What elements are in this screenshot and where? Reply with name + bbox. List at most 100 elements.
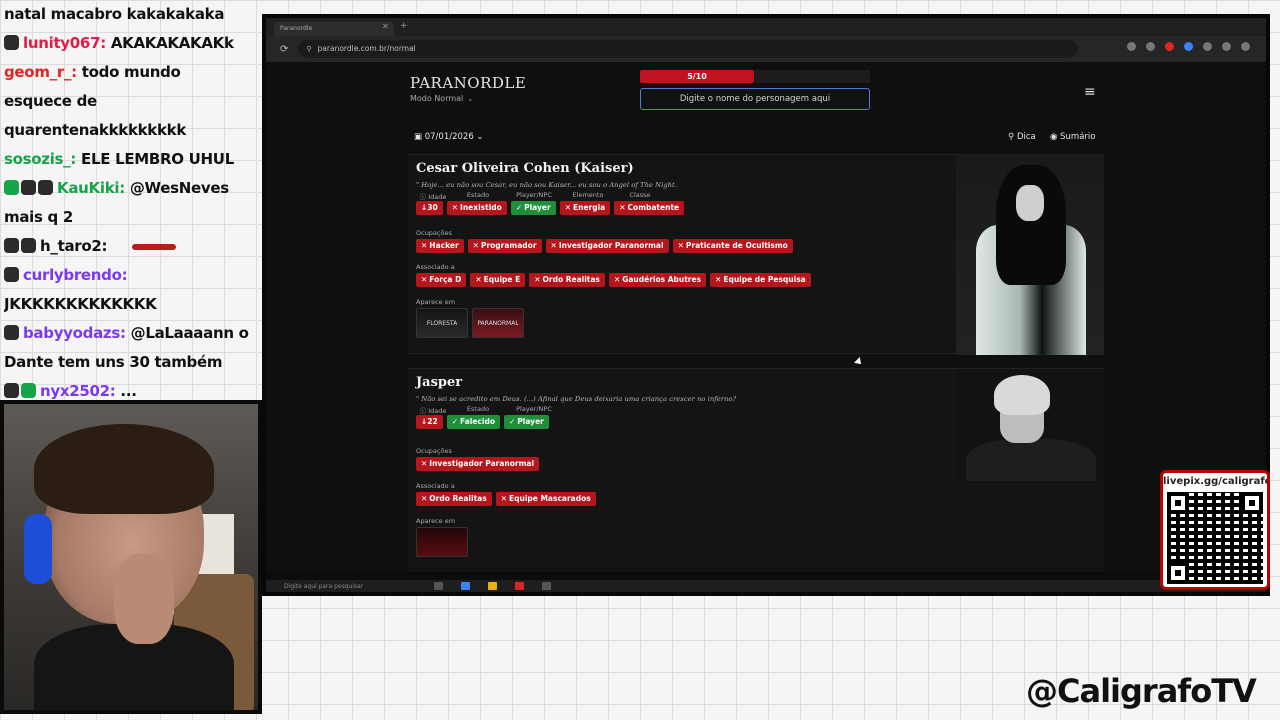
associations-tag: ✕ Equipe Mascarados	[495, 492, 596, 506]
chat-username: sosozis_:	[4, 150, 77, 168]
qr-code	[1167, 492, 1263, 584]
appearance-thumbnail[interactable]: PARANORMAL	[472, 308, 524, 338]
attribute-tag: ✕ Inexistido	[446, 201, 507, 215]
x-icon: ✕	[500, 494, 507, 503]
address-bar: ⟳ ⚲ paranordle.com.br/normal	[266, 36, 1266, 62]
character-card: Cesar Oliveira Cohen (Kaiser) " Hoje... e…	[408, 154, 1104, 355]
taskbar-app-icon[interactable]	[542, 582, 551, 590]
lock-icon: ⚲	[306, 45, 312, 53]
attr-label-player_npc: Player/NPC	[516, 405, 552, 413]
appearance-thumbnail[interactable]: FLORESTA	[416, 308, 468, 338]
taskbar-search[interactable]: Digite aqui para pesquisar	[284, 583, 434, 590]
extension-icon[interactable]	[1222, 42, 1231, 51]
paranordle-page: PARANORDLE Modo Normal ⌄ 5/10 Digite o no…	[266, 62, 1266, 572]
plus-icon[interactable]: +	[400, 21, 408, 31]
occupations-tag: ✕ Programador	[467, 239, 542, 253]
folder-icon[interactable]	[488, 582, 497, 590]
badge-icon	[21, 180, 36, 195]
hamburger-menu-icon[interactable]: ≡	[1084, 84, 1096, 100]
occupations-tag: ✕ Hacker	[416, 239, 464, 253]
character-name: Cesar Oliveira Cohen (Kaiser)	[416, 161, 634, 176]
attribute-tags: ↓22 ✓ Falecido ✓ Player	[416, 415, 549, 429]
date-selector[interactable]: ▣ 07/01/2026 ⌄	[414, 132, 484, 142]
section-label: Aparece em	[416, 298, 456, 306]
x-icon: ✕	[421, 241, 428, 250]
chat-badges	[4, 29, 21, 58]
character-quote: " Hoje... eu não sou Cesar, eu não sou K…	[416, 181, 677, 189]
translate-icon[interactable]	[1127, 42, 1136, 51]
chat-message: sosozis_: ELE LEMBRO UHUL	[4, 145, 258, 174]
appearance-thumbnail[interactable]	[416, 527, 468, 557]
extension-icon[interactable]	[1203, 42, 1212, 51]
x-icon: ✕	[421, 494, 428, 503]
associations-tag: ✕ Ordo Realitas	[529, 273, 605, 287]
taskbar-app-icon[interactable]	[434, 582, 443, 590]
chat-badges	[4, 232, 38, 261]
star-icon[interactable]	[1146, 42, 1155, 51]
badge-icon	[4, 180, 19, 195]
close-icon[interactable]: ✕	[382, 22, 389, 31]
browser-tab[interactable]: Paranordle	[274, 22, 394, 36]
attr-label-classe: Classe	[629, 191, 651, 199]
attribute-tag: ↓30	[416, 201, 443, 215]
search-input[interactable]: Digite o nome do personagem aqui	[640, 88, 870, 110]
windows-taskbar: Digite aqui para pesquisar	[266, 580, 1266, 592]
tag-text: Equipe Mascarados	[508, 494, 591, 503]
extension-icon[interactable]	[1184, 42, 1193, 51]
section-label: Ocupações	[416, 447, 452, 455]
chat-text: JKKKKKKKKKKKKK	[4, 295, 157, 313]
qr-label: livepix.gg/caligrafo	[1163, 476, 1270, 487]
badge-icon	[4, 383, 19, 398]
attribute-labels: ⓘ Idade Estado Player/NPC Elemento Classe	[416, 191, 666, 201]
brand: PARANORDLE Modo Normal ⌄	[410, 74, 526, 103]
badge-icon	[4, 238, 19, 253]
summary-button[interactable]: ◉ Sumário	[1050, 132, 1095, 142]
logo[interactable]: PARANORDLE	[410, 74, 526, 92]
tag-text: Combatente	[627, 203, 680, 212]
character-portrait	[956, 369, 1104, 481]
tag-text: Programador	[480, 241, 537, 250]
attribute-tag: ✓ Player	[503, 415, 549, 429]
badge-icon	[4, 35, 19, 50]
character-portrait	[956, 155, 1104, 355]
badge-icon	[21, 238, 36, 253]
occupations-tags: ✕ Hacker ✕ Programador ✕ Investigador Paranor…	[416, 239, 793, 253]
attr-label-estado: Estado	[466, 405, 490, 413]
reload-icon[interactable]: ⟳	[280, 44, 288, 55]
attribute-tag: ✕ Energia	[559, 201, 611, 215]
chat-username: h_taro2:	[40, 237, 108, 255]
x-icon: ✕	[475, 275, 482, 284]
chat-message: nyx2502: ...	[4, 377, 258, 400]
browser-icon[interactable]	[515, 582, 524, 590]
x-icon: ✕	[619, 203, 626, 212]
chat-message: natal macabro kakakakaka	[4, 0, 258, 29]
chat-message: KauKiki: @WesNeves	[4, 174, 258, 203]
chat-message: h_taro2:	[4, 232, 258, 261]
associations-tag: ✕ Força D	[416, 273, 467, 287]
attr-label-idade: ⓘ Idade	[419, 193, 447, 201]
x-icon: ✕	[534, 275, 541, 284]
extension-icon[interactable]	[1165, 42, 1174, 51]
chat-text: mais q 2	[4, 208, 74, 226]
url-field[interactable]: ⚲ paranordle.com.br/normal	[298, 40, 1079, 58]
livepix-qr: livepix.gg/caligrafo	[1160, 470, 1270, 590]
check-icon: ✓	[515, 203, 523, 212]
profile-icon[interactable]	[1241, 42, 1250, 51]
badge-icon	[4, 325, 19, 340]
taskbar-app-icon[interactable]	[461, 582, 470, 590]
check-icon: ✓	[508, 417, 516, 426]
attribute-labels: ⓘ Idade Estado Player/NPC	[416, 405, 562, 415]
tag-text: Praticante de Ocultismo	[685, 241, 788, 250]
chat-message: curlybrendo:	[4, 261, 258, 290]
attribute-tag: ✓ Player	[510, 201, 556, 215]
channel-handle: @CaligrafoTV	[1026, 672, 1257, 710]
emote-icon	[132, 243, 177, 250]
chat-username: lunity067:	[23, 34, 106, 52]
badge-icon	[4, 267, 19, 282]
badge-icon	[38, 180, 53, 195]
screen-capture: Paranordle ✕ + ⟳ ⚲ paranordle.com.br/norm…	[262, 14, 1270, 596]
mode-selector[interactable]: Modo Normal ⌄	[410, 94, 526, 103]
tag-text: ↓30	[421, 203, 438, 212]
badge-icon	[21, 383, 36, 398]
hint-button[interactable]: ⚲ Dica	[1008, 132, 1036, 142]
